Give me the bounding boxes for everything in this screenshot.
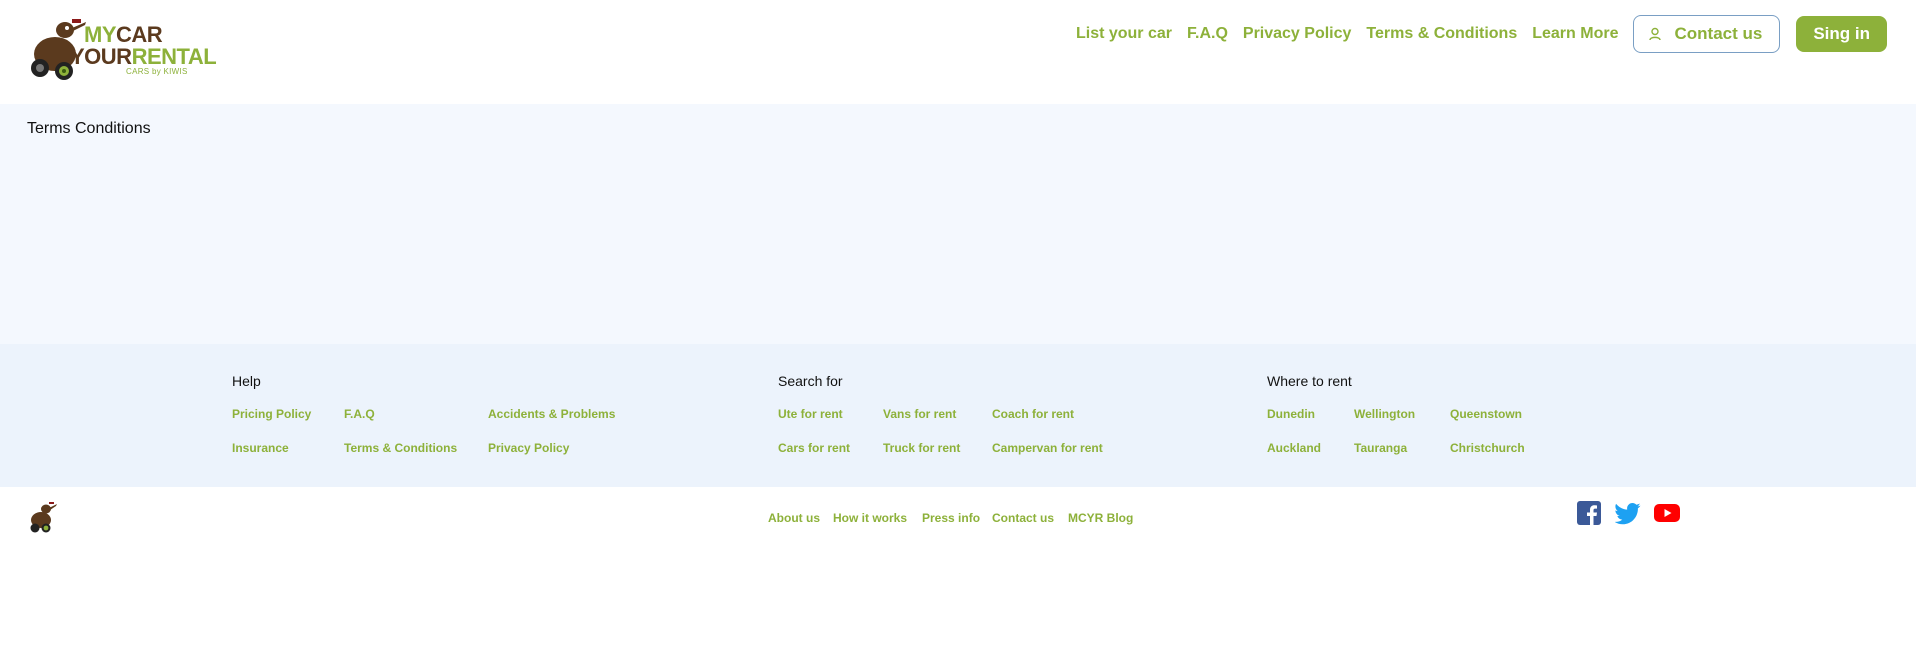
sign-in-button[interactable]: Sing in [1796,16,1887,52]
footer-link-pricing-policy[interactable]: Pricing Policy [232,407,311,421]
main-nav: List your car F.A.Q Privacy Policy Terms… [1076,15,1887,53]
kiwi-logo-icon[interactable] [28,501,58,533]
nav-link-terms-conditions[interactable]: Terms & Conditions [1366,25,1517,43]
youtube-icon[interactable] [1654,504,1680,522]
footer-link-press-info[interactable]: Press info [922,511,980,525]
footer-link-terms-conditions[interactable]: Terms & Conditions [344,441,457,455]
brand-text: RENTAL [131,44,217,69]
facebook-icon[interactable] [1577,501,1601,525]
footer-link-about-us[interactable]: About us [768,511,820,525]
brand-logo[interactable]: MYCAR YOURRENTAL CARS by KIWIS [28,16,228,82]
footer-bottom: About us How it works Press info Contact… [0,487,1916,666]
footer-link-coach-for-rent[interactable]: Coach for rent [992,407,1074,421]
footer-link-christchurch[interactable]: Christchurch [1450,441,1525,455]
footer-link-tauranga[interactable]: Tauranga [1354,441,1407,455]
nav-link-learn-more[interactable]: Learn More [1532,25,1618,43]
footer-link-mcyr-blog[interactable]: MCYR Blog [1068,511,1133,525]
footer-link-vans-for-rent[interactable]: Vans for rent [883,407,956,421]
footer-link-privacy-policy[interactable]: Privacy Policy [488,441,569,455]
footer-link-faq[interactable]: F.A.Q [344,407,375,421]
footer-link-insurance[interactable]: Insurance [232,441,289,455]
footer-search-title: Search for [778,373,843,389]
user-icon [1649,27,1662,41]
brand-tagline: CARS by KIWIS [126,67,188,76]
footer-link-cars-for-rent[interactable]: Cars for rent [778,441,850,455]
page-title: Terms Conditions [27,120,151,137]
footer-link-auckland[interactable]: Auckland [1267,441,1321,455]
footer-link-queenstown[interactable]: Queenstown [1450,407,1522,421]
site-header: MYCAR YOURRENTAL CARS by KIWIS List your… [0,0,1916,104]
brand-wordmark: MYCAR YOURRENTAL CARS by KIWIS [70,24,217,76]
footer-where-title: Where to rent [1267,373,1352,389]
contact-us-button[interactable]: Contact us [1633,15,1781,53]
footer-link-dunedin[interactable]: Dunedin [1267,407,1315,421]
footer-links-section: Help Pricing Policy F.A.Q Accidents & Pr… [0,344,1916,487]
contact-us-label: Contact us [1674,24,1763,43]
footer-link-wellington[interactable]: Wellington [1354,407,1415,421]
nav-link-faq[interactable]: F.A.Q [1187,25,1228,43]
nav-link-privacy-policy[interactable]: Privacy Policy [1243,25,1352,43]
footer-link-truck-for-rent[interactable]: Truck for rent [883,441,960,455]
footer-link-contact-us[interactable]: Contact us [992,511,1054,525]
brand-text: YOUR [70,44,132,69]
main-content: Terms Conditions [0,104,1916,344]
footer-link-how-it-works[interactable]: How it works [833,511,907,525]
nav-link-list-your-car[interactable]: List your car [1076,25,1172,43]
footer-link-campervan-for-rent[interactable]: Campervan for rent [992,441,1103,455]
footer-link-accidents-problems[interactable]: Accidents & Problems [488,407,615,421]
footer-link-ute-for-rent[interactable]: Ute for rent [778,407,843,421]
twitter-icon[interactable] [1615,503,1641,525]
footer-help-title: Help [232,373,261,389]
